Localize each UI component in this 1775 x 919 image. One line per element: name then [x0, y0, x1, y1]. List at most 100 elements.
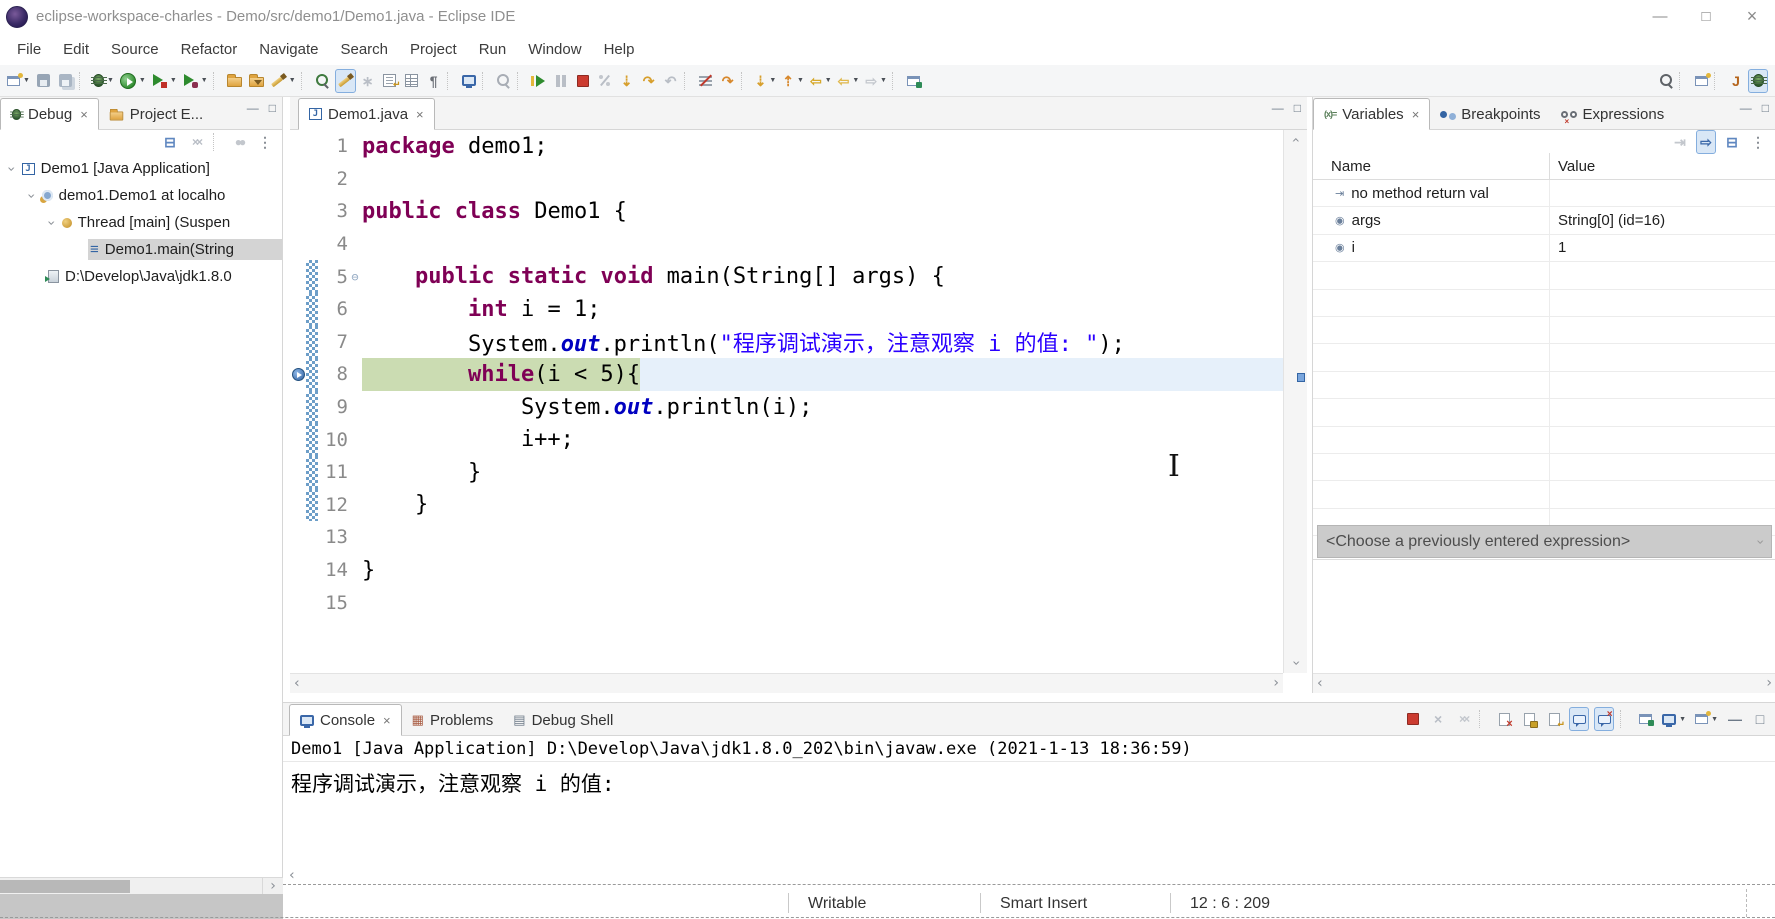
gutter-annotation[interactable]: [290, 391, 306, 424]
dropdown-arrow-icon[interactable]: ▼: [825, 77, 832, 84]
display-selected-console-button[interactable]: ▼: [1660, 707, 1688, 731]
annotation-next-button[interactable]: ∗: [358, 69, 378, 93]
java-perspective-button[interactable]: J: [1726, 69, 1746, 93]
column-name[interactable]: Name: [1313, 153, 1550, 179]
sort-members-button[interactable]: [380, 69, 400, 93]
minimize-view-button[interactable]: —: [1272, 101, 1284, 115]
previous-annotation-button[interactable]: ⇡▼: [780, 69, 806, 93]
show-console-on-stdout-button[interactable]: [1569, 707, 1589, 731]
console-output[interactable]: 程序调试演示，注意观察 i 的值:: [283, 762, 1775, 804]
empty-row[interactable]: [1313, 262, 1775, 289]
word-wrap-button[interactable]: [1544, 707, 1564, 731]
dropdown-arrow-icon[interactable]: ▼: [852, 77, 859, 84]
forward-history-button[interactable]: ⇨▼: [863, 69, 889, 93]
code-line[interactable]: 3public class Demo1 {: [290, 195, 1283, 228]
tab-console[interactable]: Console ×: [289, 704, 402, 736]
scroll-up-button[interactable]: ›: [1284, 130, 1307, 150]
jdk-node[interactable]: D:\Develop\Java\jdk1.8.0: [0, 263, 282, 290]
code-text[interactable]: package demo1;: [362, 130, 1283, 163]
search-button[interactable]: [1656, 69, 1676, 93]
terminate-button[interactable]: [573, 69, 593, 93]
coverage-button[interactable]: ▼: [150, 69, 179, 93]
menu-navigate[interactable]: Navigate: [248, 36, 329, 63]
code-line[interactable]: 9 System.out.println(i);: [290, 391, 1283, 424]
menu-edit[interactable]: Edit: [52, 36, 100, 63]
code-line[interactable]: 12 }: [290, 489, 1283, 522]
gutter-annotation[interactable]: [290, 358, 306, 391]
line-number[interactable]: 6: [318, 298, 348, 320]
code-text[interactable]: while(i < 5){: [362, 358, 1283, 391]
chevron-down-icon[interactable]: ›: [1753, 539, 1767, 545]
tab-project-explorer[interactable]: Project E...: [99, 99, 213, 129]
line-number[interactable]: 10: [318, 429, 348, 451]
read-only-button[interactable]: [494, 69, 514, 93]
empty-row[interactable]: [1313, 344, 1775, 371]
line-number[interactable]: 5: [318, 266, 348, 288]
maximize-view-button[interactable]: □: [1762, 101, 1769, 115]
line-number[interactable]: 9: [318, 396, 348, 418]
mark-occurrences-button[interactable]: [335, 69, 356, 93]
step-into-button[interactable]: ⇣: [617, 69, 637, 93]
last-edit-location-button[interactable]: ⇦▼: [808, 69, 834, 93]
pin-console-button[interactable]: [1635, 707, 1655, 731]
code-text[interactable]: System.out.println("程序调试演示，注意观察 i 的值: ")…: [362, 326, 1283, 359]
scroll-lock-button[interactable]: [1519, 707, 1539, 731]
close-icon[interactable]: ×: [383, 713, 391, 728]
empty-row[interactable]: [1313, 317, 1775, 344]
gutter-annotation[interactable]: [290, 195, 306, 228]
code-line[interactable]: 8 while(i < 5){: [290, 358, 1283, 391]
variables-hscrollbar[interactable]: › ›: [1313, 673, 1775, 693]
line-number[interactable]: 2: [318, 168, 348, 190]
code-line[interactable]: 5⊖ public static void main(String[] args…: [290, 260, 1283, 293]
menu-project[interactable]: Project: [399, 36, 468, 63]
pin-editor-button[interactable]: [904, 69, 924, 93]
code-area[interactable]: 1package demo1;23public class Demo1 {45⊖…: [290, 130, 1283, 673]
fold-marker[interactable]: ⊖: [348, 271, 362, 283]
gutter-annotation[interactable]: [290, 326, 306, 359]
code-text[interactable]: [362, 521, 1283, 554]
editor-hscrollbar[interactable]: › ›: [290, 673, 1283, 693]
tab-expressions[interactable]: Expressions: [1551, 99, 1675, 129]
gutter-annotation[interactable]: [290, 423, 306, 456]
chevron-left-icon[interactable]: ›: [1317, 676, 1323, 690]
empty-row[interactable]: [1313, 290, 1775, 317]
code-line[interactable]: 4: [290, 228, 1283, 261]
code-text[interactable]: i++;: [362, 423, 1283, 456]
minimize-button[interactable]: —: [1637, 2, 1683, 32]
code-line[interactable]: 15: [290, 586, 1283, 619]
chevron-right-icon[interactable]: ›: [1766, 676, 1772, 690]
suspend-button[interactable]: [551, 69, 571, 93]
new-java-project-button[interactable]: [225, 69, 245, 93]
minimize-view-button[interactable]: —: [1740, 101, 1752, 115]
remove-launch-button[interactable]: ×: [1428, 707, 1448, 731]
clear-console-button[interactable]: [1494, 707, 1514, 731]
code-text[interactable]: }: [362, 489, 1283, 522]
step-over-button[interactable]: ↷: [639, 69, 659, 93]
expander-chevron-icon[interactable]: ›: [4, 166, 18, 172]
code-text[interactable]: public static void main(String[] args) {: [362, 260, 1283, 293]
show-console-on-stderr-button[interactable]: [1594, 707, 1614, 731]
debug-view-filters-button[interactable]: ●●: [229, 130, 249, 154]
coverage-session-button[interactable]: [313, 69, 333, 93]
launch-node[interactable]: ›JDemo1 [Java Application]: [0, 155, 282, 182]
scrollbar-thumb[interactable]: [0, 880, 130, 893]
tab-breakpoints[interactable]: Breakpoints: [1430, 99, 1550, 129]
close-icon[interactable]: ×: [80, 107, 88, 122]
scroll-down-button[interactable]: ›: [1284, 653, 1307, 673]
code-line[interactable]: 1package demo1;: [290, 130, 1283, 163]
tab-debug[interactable]: Debug ×: [0, 98, 99, 130]
code-text[interactable]: int i = 1;: [362, 293, 1283, 326]
empty-row[interactable]: [1313, 427, 1775, 454]
show-type-names-button[interactable]: ⇥: [1670, 130, 1690, 154]
dropdown-arrow-icon[interactable]: ▼: [797, 77, 804, 84]
code-text[interactable]: public class Demo1 {: [362, 195, 1283, 228]
line-number[interactable]: 15: [318, 592, 348, 614]
run-button[interactable]: ▼: [118, 69, 148, 93]
dropdown-arrow-icon[interactable]: ▼: [170, 77, 177, 84]
chevron-left-icon[interactable]: ›: [294, 676, 300, 690]
code-line[interactable]: 7 System.out.println("程序调试演示，注意观察 i 的值: …: [290, 326, 1283, 359]
dropdown-arrow-icon[interactable]: ▼: [769, 77, 776, 84]
tab-variables[interactable]: (x)= Variables ×: [1313, 98, 1430, 130]
terminate-button[interactable]: [1403, 707, 1423, 731]
view-menu-button[interactable]: ⋮: [255, 130, 275, 154]
